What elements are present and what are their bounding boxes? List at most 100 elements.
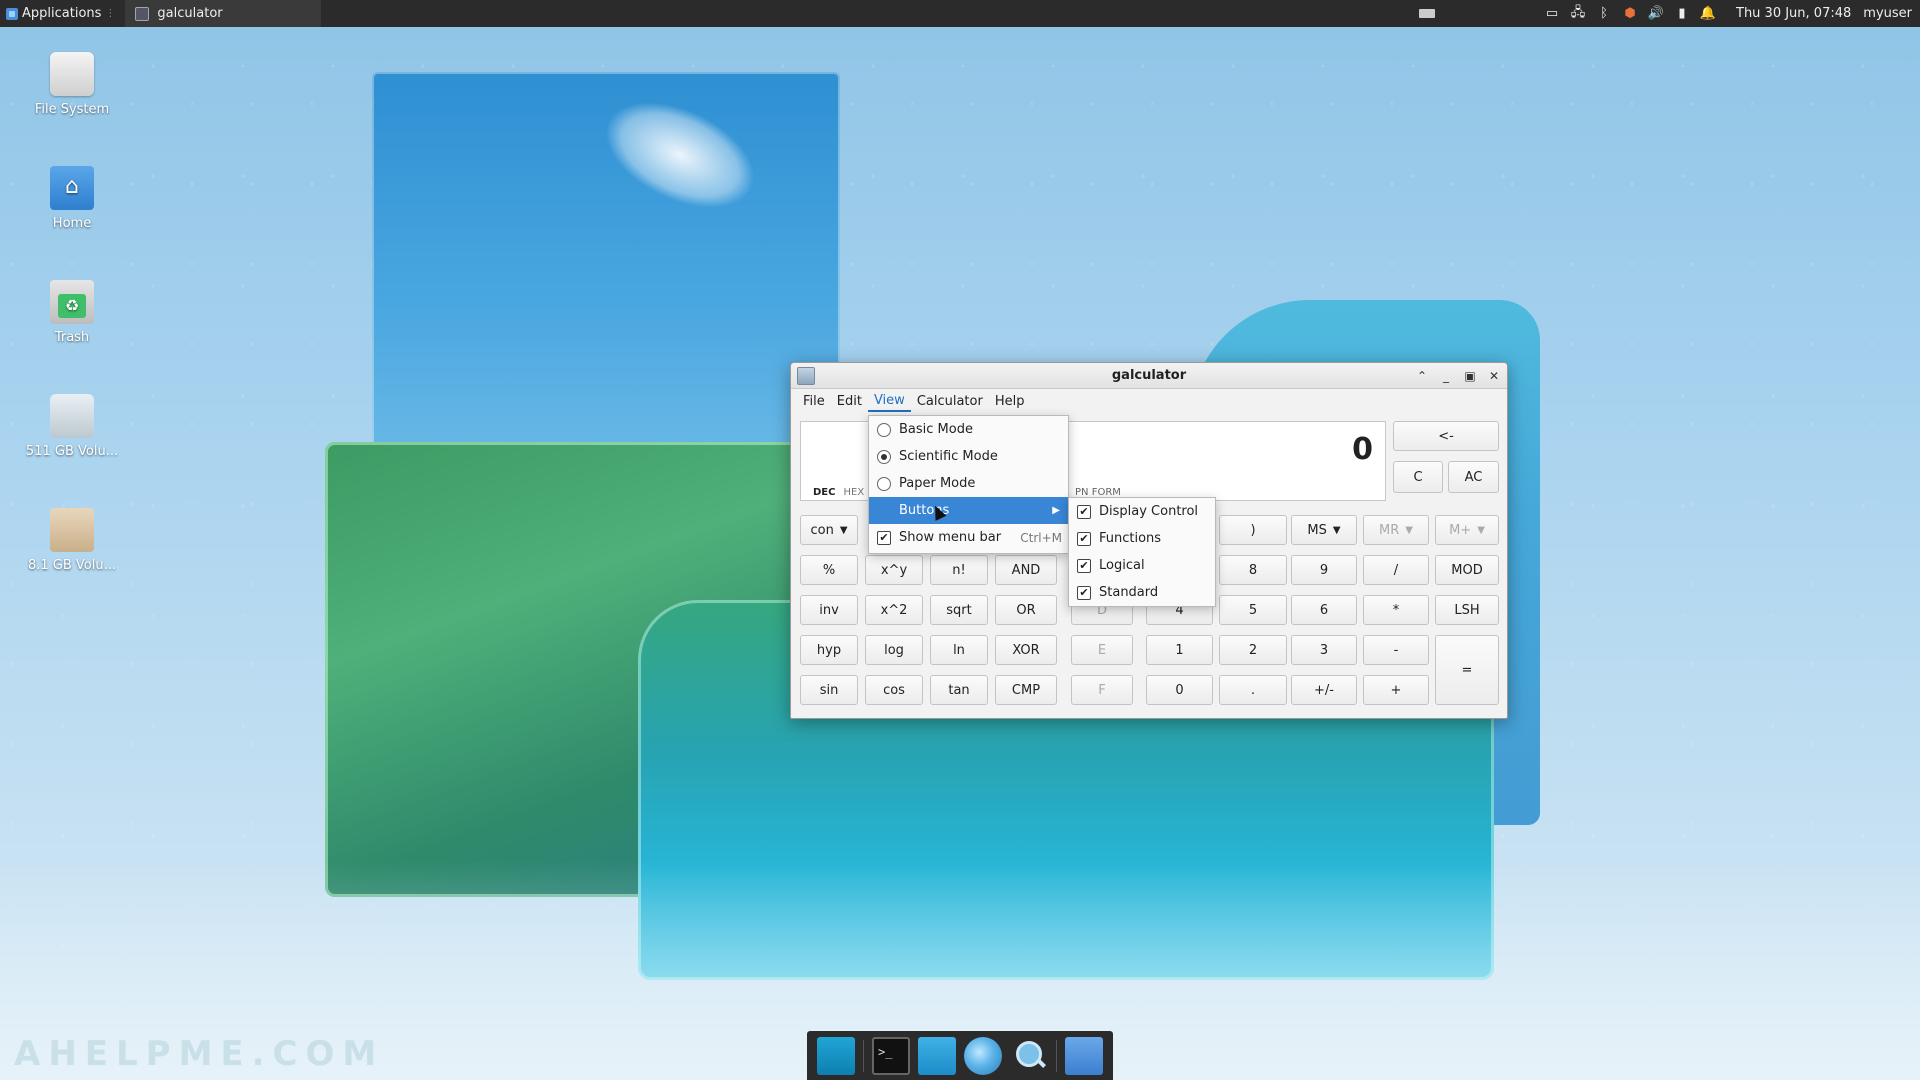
backspace-button[interactable]: <- — [1393, 421, 1499, 451]
close-paren-button[interactable]: ) — [1219, 515, 1287, 545]
desktop-icon-file-system[interactable]: File System — [17, 52, 127, 117]
power-icon[interactable]: ▮ — [1674, 6, 1690, 22]
storage-icon[interactable]: ▭ — [1544, 6, 1560, 22]
clear-button[interactable]: C — [1393, 461, 1443, 493]
home-folder-icon — [50, 166, 94, 210]
network-icon[interactable]: 🖧 — [1570, 5, 1586, 22]
minus-button[interactable]: - — [1363, 635, 1429, 665]
lsh-button[interactable]: LSH — [1435, 595, 1499, 625]
menu-item-standard[interactable]: Standard — [1069, 579, 1215, 606]
drive-icon — [50, 508, 94, 552]
shortcut-label: Ctrl+M — [1020, 530, 1062, 545]
digit-9-button[interactable]: 9 — [1291, 555, 1357, 585]
decimal-point-button[interactable]: . — [1219, 675, 1287, 705]
ln-button[interactable]: ln — [930, 635, 988, 665]
title-bar[interactable]: galculator ⌃ _ ▣ ✕ — [791, 363, 1507, 389]
sin-button[interactable]: sin — [800, 675, 858, 705]
menu-item-label: Show menu bar — [899, 530, 1002, 545]
clock[interactable]: Thu 30 Jun, 07:48 — [1726, 6, 1861, 21]
ms-label: MS — [1307, 522, 1327, 538]
desktop-icon-trash[interactable]: Trash — [17, 280, 127, 345]
shield-icon[interactable]: ⬢ — [1622, 6, 1638, 22]
applications-menu-button[interactable]: Applications ⋮ — [0, 0, 121, 27]
plus-button[interactable]: + — [1363, 675, 1429, 705]
dock: >_ — [807, 1031, 1113, 1080]
memory-store-button[interactable]: MS ▼ — [1291, 515, 1357, 545]
menu-item-display-control[interactable]: Display Control — [1069, 498, 1215, 525]
hyperbolic-button[interactable]: hyp — [800, 635, 858, 665]
menu-item-show-menu-bar[interactable]: Show menu bar Ctrl+M — [869, 524, 1068, 551]
show-desktop-icon[interactable] — [817, 1036, 855, 1075]
all-clear-button[interactable]: AC — [1448, 461, 1499, 493]
memory-add-button[interactable]: M+ ▼ — [1435, 515, 1499, 545]
taskbar-button-galculator[interactable]: galculator — [125, 0, 322, 27]
sqrt-button[interactable]: sqrt — [930, 595, 988, 625]
digit-3-button[interactable]: 3 — [1291, 635, 1357, 665]
cmp-button[interactable]: CMP — [995, 675, 1057, 705]
menu-item-scientific-mode[interactable]: Scientific Mode — [869, 443, 1068, 470]
desktop-icon-label: Home — [52, 216, 92, 231]
mode-dec[interactable]: DEC — [813, 487, 835, 498]
radio-icon — [877, 422, 891, 437]
multiply-button[interactable]: * — [1363, 595, 1429, 625]
close-button[interactable]: ✕ — [1487, 369, 1501, 383]
xor-button[interactable]: XOR — [995, 635, 1057, 665]
or-button[interactable]: OR — [995, 595, 1057, 625]
keyboard-layout-indicator[interactable] — [1410, 0, 1444, 27]
menu-calculator[interactable]: Calculator — [911, 392, 989, 411]
constants-dropdown[interactable]: con ▼ — [800, 515, 858, 545]
hex-e-button[interactable]: E — [1071, 635, 1133, 665]
desktop-icon-home[interactable]: Home — [17, 166, 127, 231]
digit-6-button[interactable]: 6 — [1291, 595, 1357, 625]
volume-icon[interactable]: 🔊 — [1648, 6, 1664, 22]
terminal-icon[interactable]: >_ — [872, 1036, 910, 1075]
file-manager-icon[interactable] — [918, 1036, 956, 1075]
percent-button[interactable]: % — [800, 555, 858, 585]
hex-f-button[interactable]: F — [1071, 675, 1133, 705]
digit-5-button[interactable]: 5 — [1219, 595, 1287, 625]
equals-button[interactable]: = — [1435, 635, 1499, 705]
digit-2-button[interactable]: 2 — [1219, 635, 1287, 665]
square-button[interactable]: x^2 — [865, 595, 923, 625]
sign-toggle-button[interactable]: +/- — [1291, 675, 1357, 705]
minimize-button[interactable]: _ — [1439, 369, 1453, 383]
shade-button[interactable]: ⌃ — [1415, 369, 1429, 383]
menu-item-logical[interactable]: Logical — [1069, 552, 1215, 579]
chevron-down-icon: ▼ — [1477, 524, 1485, 536]
and-button[interactable]: AND — [995, 555, 1057, 585]
menu-view[interactable]: View — [867, 391, 911, 412]
digit-1-button[interactable]: 1 — [1146, 635, 1213, 665]
menu-file[interactable]: File — [797, 392, 831, 411]
app-finder-icon[interactable] — [1010, 1036, 1048, 1075]
constants-label: con — [810, 522, 834, 538]
mode-hex[interactable]: HEX — [843, 487, 864, 498]
mod-button[interactable]: MOD — [1435, 555, 1499, 585]
web-browser-icon[interactable] — [964, 1036, 1002, 1075]
factorial-button[interactable]: n! — [930, 555, 988, 585]
inverse-button[interactable]: inv — [800, 595, 858, 625]
menu-item-buttons[interactable]: Buttons ▶ — [869, 497, 1068, 524]
tan-button[interactable]: tan — [930, 675, 988, 705]
divide-button[interactable]: / — [1363, 555, 1429, 585]
menu-item-paper-mode[interactable]: Paper Mode — [869, 470, 1068, 497]
folder-icon[interactable] — [1065, 1036, 1103, 1075]
log-button[interactable]: log — [865, 635, 923, 665]
power-button[interactable]: x^y — [865, 555, 923, 585]
memory-recall-button[interactable]: MR ▼ — [1363, 515, 1429, 545]
digit-0-button[interactable]: 0 — [1146, 675, 1213, 705]
menu-item-functions[interactable]: Functions — [1069, 525, 1215, 552]
calculator-icon[interactable] — [797, 366, 815, 385]
system-tray: ▭ 🖧 ᛒ ⬢ 🔊 ▮ 🔔 — [1534, 0, 1726, 27]
menu-edit[interactable]: Edit — [831, 392, 868, 411]
desktop-icon-volume-511[interactable]: 511 GB Volu... — [17, 394, 127, 459]
menu-item-basic-mode[interactable]: Basic Mode — [869, 416, 1068, 443]
cos-button[interactable]: cos — [865, 675, 923, 705]
bell-icon[interactable]: 🔔 — [1700, 6, 1716, 22]
desktop-icon-volume-8[interactable]: 8.1 GB Volu... — [17, 508, 127, 573]
maximize-button[interactable]: ▣ — [1463, 369, 1477, 383]
user-menu[interactable]: myuser — [1861, 6, 1920, 21]
menu-help[interactable]: Help — [989, 392, 1031, 411]
digit-8-button[interactable]: 8 — [1219, 555, 1287, 585]
bluetooth-icon[interactable]: ᛒ — [1596, 6, 1612, 22]
chevron-down-icon: ▼ — [839, 524, 848, 536]
